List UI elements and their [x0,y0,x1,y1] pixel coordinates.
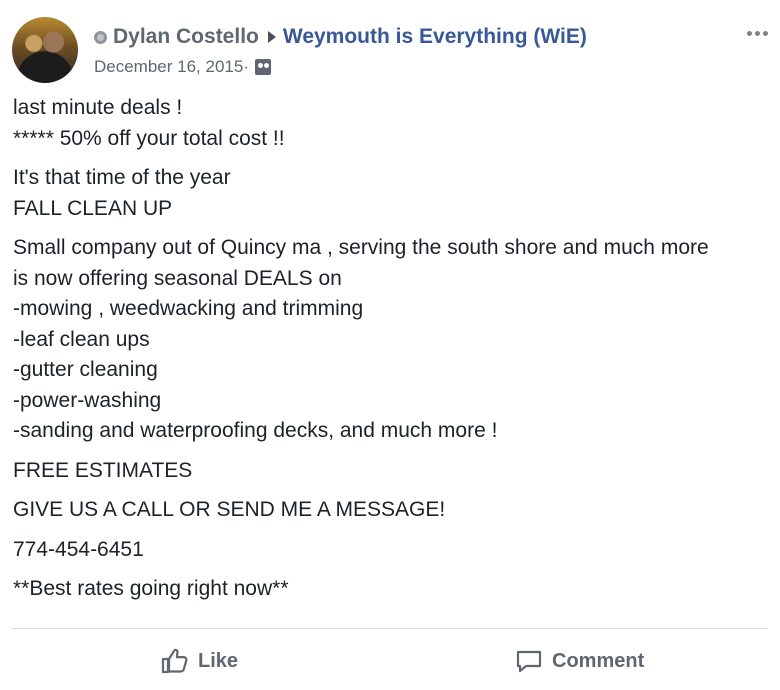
body-line: -power-washing [13,388,162,412]
more-dot-1 [747,30,752,36]
body-line: Small company out of Quincy ma , serving… [13,236,709,259]
post-date-link[interactable]: December 16, 2015 [94,57,243,77]
body-line: ***** 50% off your total cost !! [13,126,285,150]
comment-bubble-icon [516,650,542,673]
body-line: It's that time of the year [13,166,231,189]
body-paragraph-6: 774-454-6451 [13,535,773,566]
like-label: Like [198,649,239,672]
body-paragraph-4: FREE ESTIMATES [13,456,773,487]
body-line: is now offering seasonal DEALS on [13,266,342,290]
facebook-post: Dylan Costello Weymouth is Everything (W… [0,0,780,690]
post-actions: Like Comment [0,643,780,679]
right-arrow-icon [267,31,276,43]
body-line: -gutter cleaning [13,358,158,381]
globe-icon [94,30,107,44]
body-paragraph-5: GIVE US A CALL OR SEND ME A MESSAGE! [13,495,773,526]
phone-number: 774-454-6451 [13,537,144,561]
body-line: -leaf clean ups [13,327,150,351]
like-button[interactable]: Like [160,643,238,679]
body-line: FREE ESTIMATES [13,458,193,482]
author-avatar[interactable] [12,17,78,83]
more-dot-2 [755,30,760,36]
post-body: last minute deals ! ***** 50% off your t… [13,93,773,605]
more-options-icon[interactable] [747,28,771,38]
author-name-link[interactable]: Dylan Costello [113,25,259,49]
comment-label: Comment [552,649,645,672]
body-line: -mowing , weedwacking and trimming [13,297,364,320]
post-meta: December 16, 2015 · [94,56,271,78]
body-line: -sanding and waterproofing decks, and mu… [13,419,498,442]
more-dot-3 [763,30,768,36]
comment-button[interactable]: Comment [514,643,644,679]
thumbs-up-icon [161,648,188,674]
group-name-link[interactable]: Weymouth is Everything (WiE) [283,25,587,49]
action-divider [12,628,768,629]
body-paragraph-7: **Best rates going right now** [13,574,773,605]
body-paragraph-1: last minute deals ! ***** 50% off your t… [13,93,773,154]
body-line: FALL CLEAN UP [13,196,173,220]
post-header: Dylan Costello Weymouth is Everything (W… [94,21,587,53]
group-privacy-icon[interactable] [255,59,271,75]
date-separator: · [243,57,249,76]
body-paragraph-3: Small company out of Quincy ma , serving… [13,233,773,447]
body-line: last minute deals ! [13,96,183,119]
body-line: **Best rates going right now** [13,577,289,600]
body-paragraph-2: It's that time of the year FALL CLEAN UP [13,163,773,224]
body-line: GIVE US A CALL OR SEND ME A MESSAGE! [13,498,446,521]
